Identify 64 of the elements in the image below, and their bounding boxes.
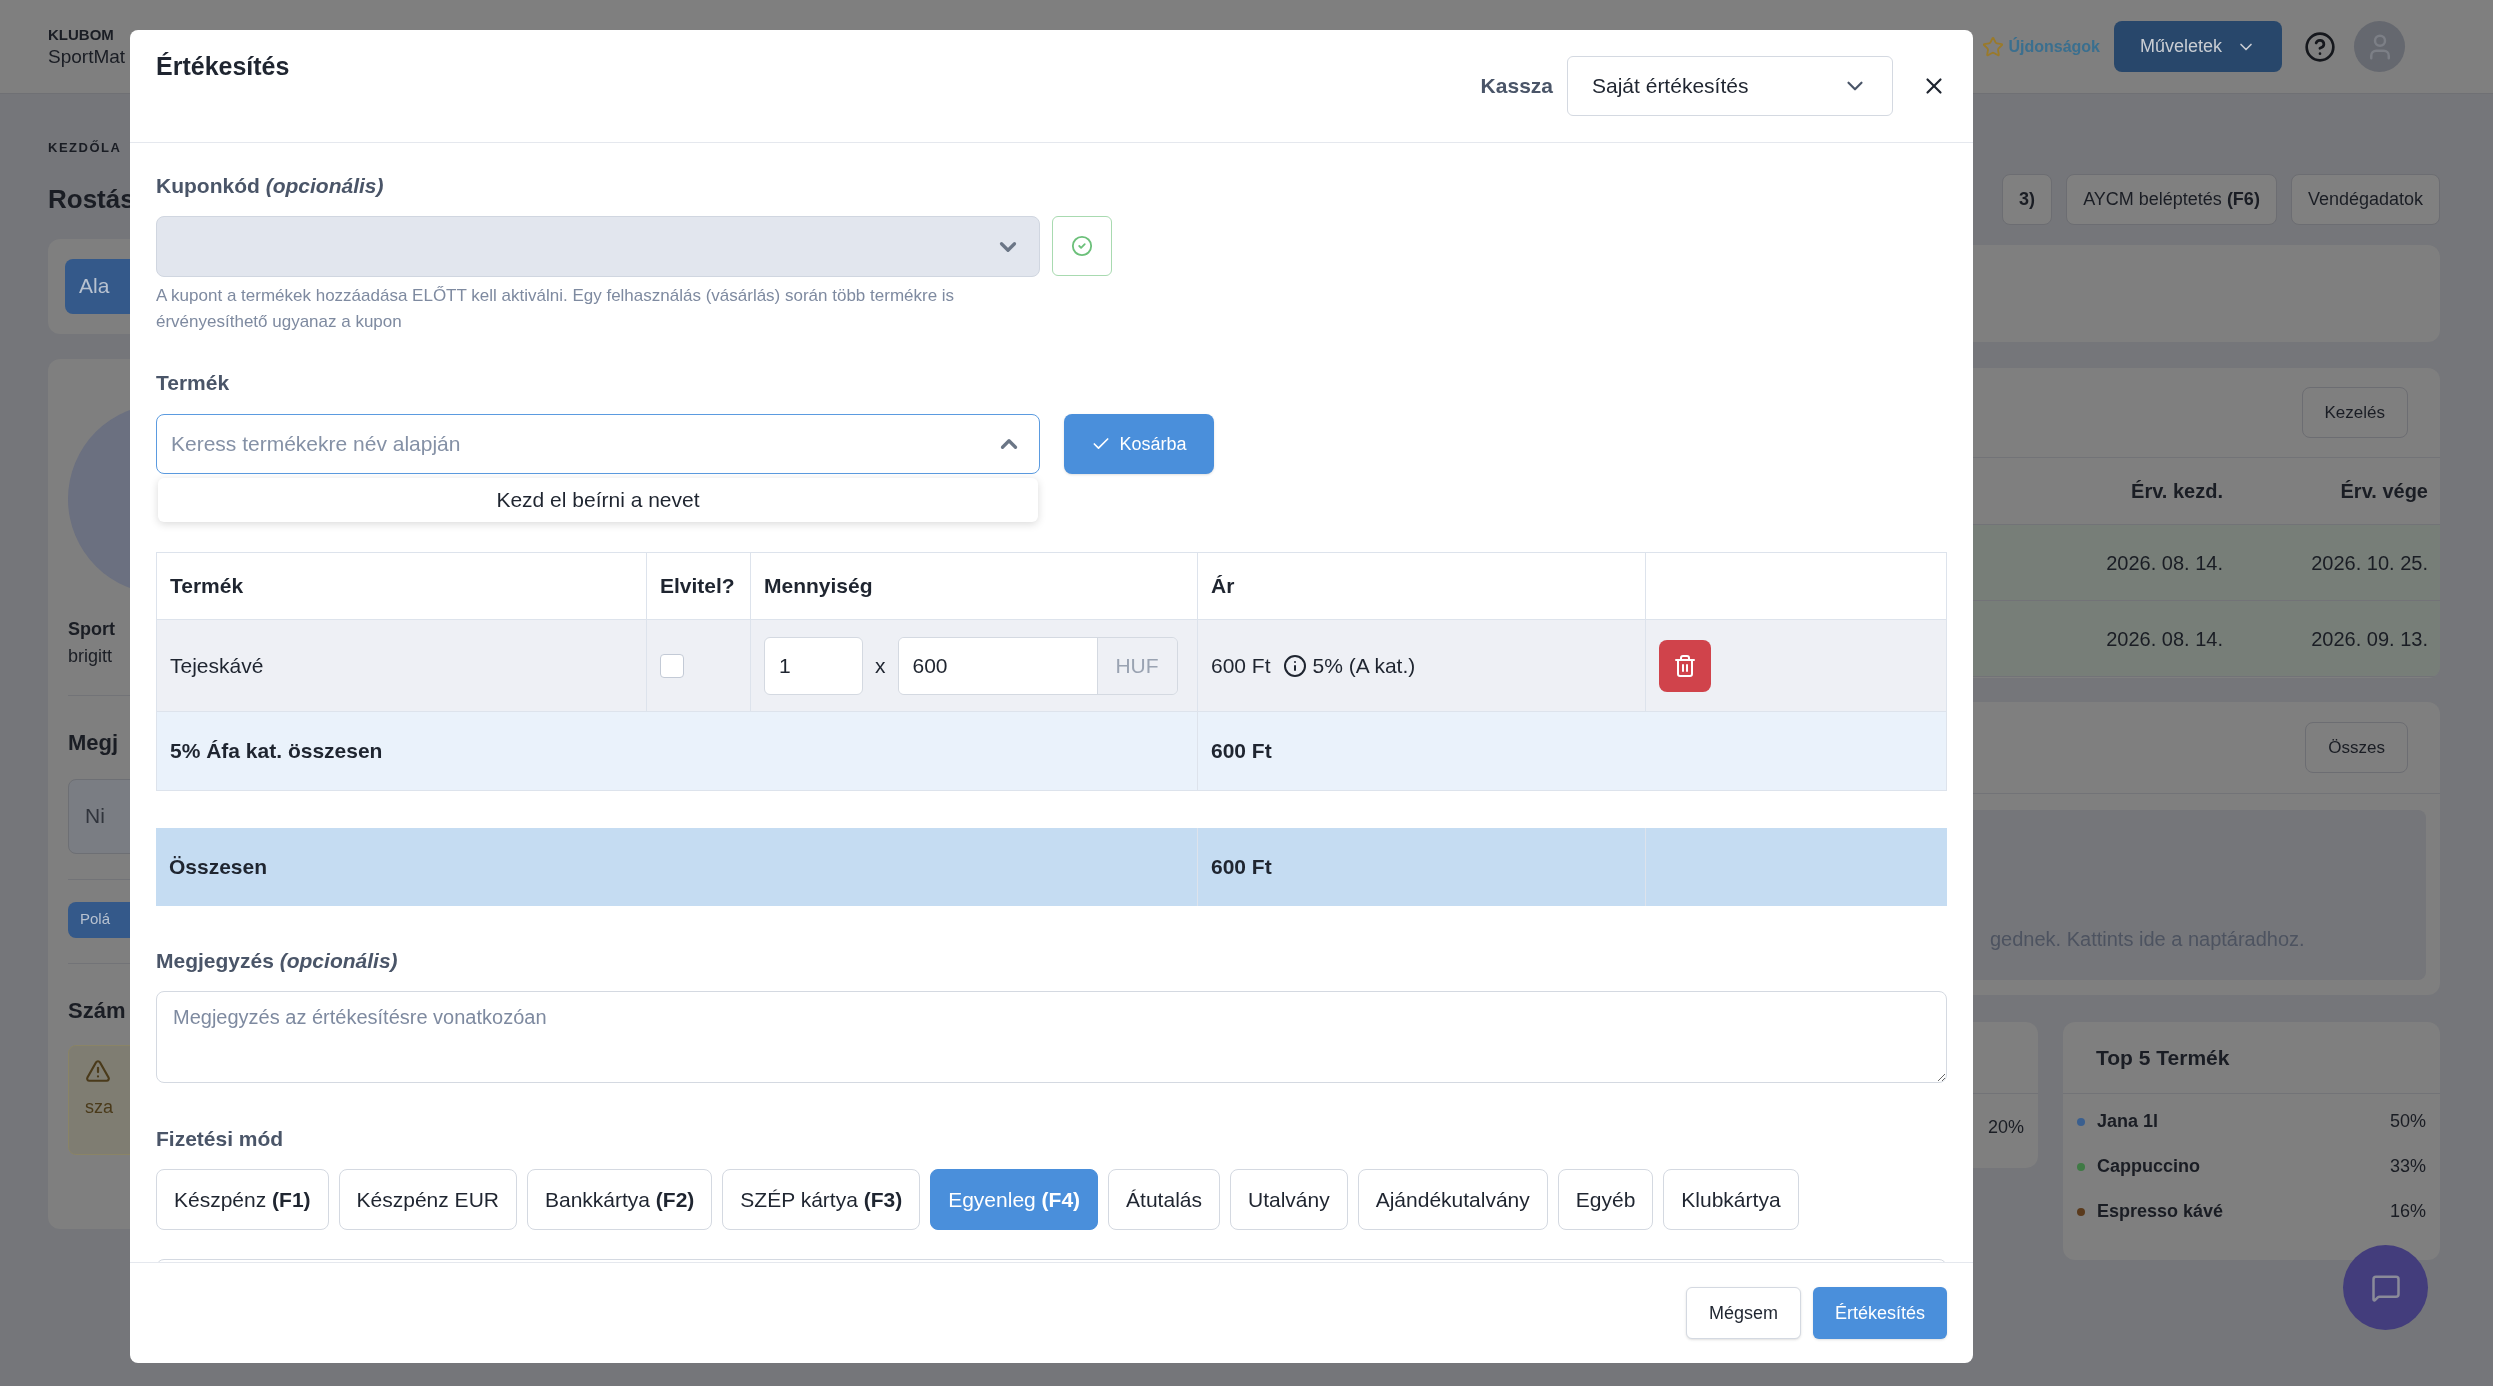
- member-email: brigitt: [68, 644, 112, 668]
- field-label: Fizetési mód: [156, 1126, 285, 1152]
- register-select[interactable]: Saját értékesítés: [1567, 56, 1893, 116]
- total-value: 600 Ft: [1198, 828, 1646, 906]
- currency-addon: HUF: [1096, 637, 1177, 694]
- all-button[interactable]: Összes: [2305, 722, 2408, 773]
- payment-method-button[interactable]: Ajándékutalvány: [1357, 1169, 1548, 1230]
- table-cell-text: 2026. 10. 25.: [2310, 550, 2429, 576]
- card-title: Top 5 Termék: [2096, 1044, 2230, 1071]
- product-share: 50%: [2389, 1110, 2426, 1133]
- column-header: Termék: [157, 553, 647, 619]
- quick-action-button[interactable]: AYCM beléptetés (F6): [2066, 174, 2277, 225]
- product-share: 16%: [2389, 1200, 2426, 1223]
- brand-subtitle: SportMat: [48, 44, 126, 69]
- product-name: Jana 1l: [2097, 1110, 2159, 1133]
- field-label: Megjegyzés (opcionális): [156, 948, 399, 974]
- payment-method-button[interactable]: Utalvány: [1230, 1169, 1348, 1230]
- dropdown-message: Kezd el beírni a nevet: [496, 487, 700, 514]
- payment-method-button[interactable]: Bankkártya (F2): [526, 1169, 713, 1230]
- cancel-button[interactable]: Mégsem: [1685, 1287, 1801, 1339]
- product-share: 33%: [2389, 1155, 2426, 1178]
- warning-text: sza: [85, 1095, 113, 1119]
- member-name: Sport: [68, 617, 115, 641]
- vat-total-value: 600 Ft: [1210, 738, 1273, 765]
- product-search-field[interactable]: Keress termékekre név alapján: [156, 414, 1040, 474]
- quantity-field[interactable]: 1: [764, 636, 863, 695]
- payment-method-button[interactable]: Klubkártya: [1663, 1169, 1799, 1230]
- section-title: Megj: [68, 728, 119, 757]
- column-header: Elvitel?: [647, 553, 751, 619]
- product-name: Espresso kávé: [2097, 1200, 2224, 1223]
- column-header: Érv. vége: [2339, 479, 2429, 504]
- table-cell: Tejeskávé: [157, 620, 647, 711]
- brand-name: KLUBOM: [48, 24, 115, 45]
- register-label: Kassza: [1480, 73, 1553, 100]
- field-label: Termék: [156, 370, 231, 396]
- payment-method-button[interactable]: Készpénz EUR: [338, 1169, 517, 1230]
- table-cell-text: 2026. 08. 14.: [2105, 626, 2224, 652]
- table-cell-text: 2026. 08. 14.: [2105, 550, 2224, 576]
- breadcrumb: KEZDŐLA: [48, 139, 122, 157]
- product-name: Cappuccino: [2097, 1155, 2200, 1178]
- note-field[interactable]: Megjegyzés az értékesítésre vonatkozóan: [156, 991, 1947, 1083]
- column-header: Mennyiség: [751, 553, 1198, 619]
- price-text: 600 Ft: [1211, 652, 1271, 679]
- table-cell-text: 2026. 09. 13.: [2310, 626, 2429, 652]
- multiply-sign: x: [875, 652, 886, 679]
- unit-price-field[interactable]: 600 HUF: [897, 636, 1178, 695]
- payment-method-button[interactable]: Készpénz (F1): [156, 1169, 329, 1230]
- vat-text: 5% (A kat.): [1312, 652, 1416, 679]
- field-label: Kuponkód (opcionális): [156, 173, 385, 199]
- payment-method-button[interactable]: Átutalás: [1108, 1169, 1220, 1230]
- page-title: Rostás: [48, 182, 135, 216]
- dialog-title: Értékesítés: [156, 51, 290, 83]
- stat-percent: 20%: [1986, 1116, 2025, 1139]
- manage-button[interactable]: Kezelés: [2301, 387, 2408, 438]
- actions-button[interactable]: Műveletek: [2114, 21, 2282, 72]
- vat-total-label: 5% Áfa kat. összesen: [157, 712, 1198, 790]
- column-header: Ár: [1198, 553, 1646, 619]
- section-title: Szám: [68, 996, 126, 1025]
- quick-action-button[interactable]: Vendégadatok: [2290, 174, 2440, 225]
- quick-action-button[interactable]: 3): [2002, 174, 2053, 225]
- payment-method-button[interactable]: SZÉP kártya (F3): [722, 1169, 921, 1230]
- total-label: Összesen: [156, 828, 1198, 906]
- column-header: Érv. kezd.: [2130, 479, 2224, 504]
- payment-method-button[interactable]: Egyéb: [1557, 1169, 1654, 1230]
